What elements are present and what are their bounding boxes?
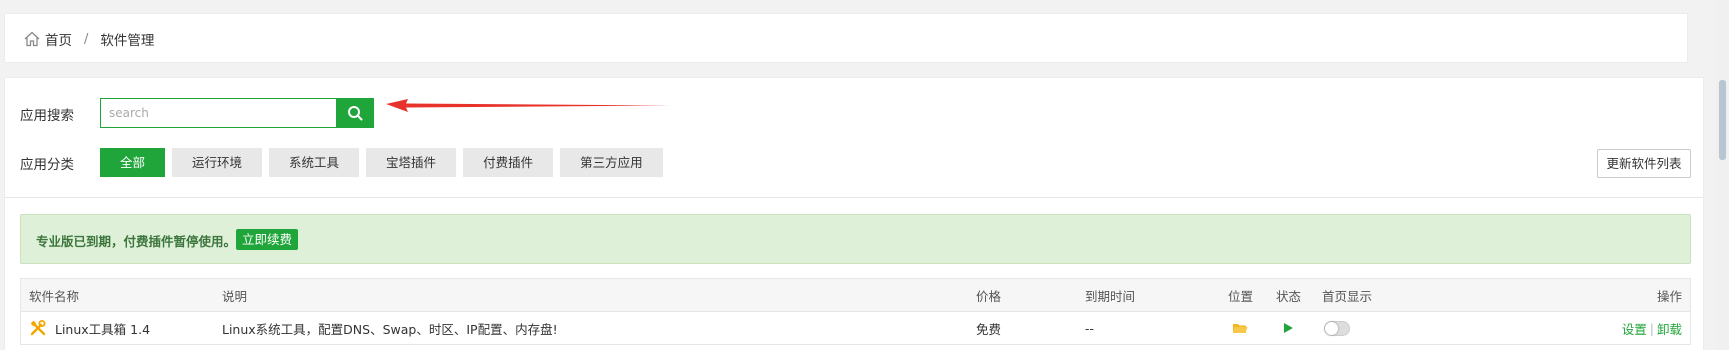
header-status: 状态 xyxy=(1276,288,1302,304)
category-system-tools[interactable]: 系统工具 xyxy=(269,148,360,177)
category-label: 应用分类 xyxy=(20,157,74,173)
divider xyxy=(5,197,1703,198)
software-table: 软件名称 说明 价格 到期时间 位置 状态 首页显示 操作 Linux工具箱 1… xyxy=(20,278,1691,345)
header-position: 位置 xyxy=(1228,288,1254,304)
main-panel: 应用搜索 应用分类 全部 运行环境 系统工具 宝塔插件 付费插件 第三方应用 更… xyxy=(4,77,1704,350)
software-name-cell: Linux工具箱 1.4 xyxy=(29,312,150,344)
alert-text: 专业版已到期，付费插件暂停使用。 xyxy=(36,234,237,249)
header-desc: 说明 xyxy=(222,288,248,304)
software-expire: -- xyxy=(1085,320,1095,336)
tools-icon xyxy=(30,320,46,336)
red-arrow-annotation xyxy=(386,99,671,112)
renew-button[interactable]: 立即续费 xyxy=(236,229,299,250)
software-desc: Linux系统工具，配置DNS、Swap、时区、IP配置、内存盘! xyxy=(222,321,558,337)
category-paid-plugins[interactable]: 付费插件 xyxy=(463,148,554,177)
expired-alert: 专业版已到期，付费插件暂停使用。 立即续费 xyxy=(20,214,1691,264)
settings-link[interactable]: 设置 xyxy=(1622,319,1647,338)
ops-cell: 设置 | 卸载 xyxy=(1622,312,1682,344)
breadcrumb-current: 软件管理 xyxy=(100,33,155,49)
position-cell xyxy=(1228,312,1248,344)
category-all[interactable]: 全部 xyxy=(100,148,166,177)
search-button[interactable] xyxy=(336,98,374,128)
header-ops: 操作 xyxy=(1656,288,1682,304)
status-cell xyxy=(1276,312,1294,344)
category-runtime[interactable]: 运行环境 xyxy=(172,148,263,177)
home-icon[interactable] xyxy=(23,30,41,48)
search-box xyxy=(100,98,374,128)
search-icon xyxy=(348,106,363,121)
play-icon[interactable] xyxy=(1282,322,1294,334)
uninstall-link[interactable]: 卸载 xyxy=(1657,319,1682,338)
breadcrumb: 首页 / 软件管理 xyxy=(23,29,154,49)
ops-separator: | xyxy=(1649,320,1654,336)
header-price: 价格 xyxy=(976,288,1002,304)
folder-icon[interactable] xyxy=(1232,321,1248,335)
category-bt-plugins[interactable]: 宝塔插件 xyxy=(366,148,457,177)
scrollbar[interactable] xyxy=(1716,0,1729,350)
header-home-display: 首页显示 xyxy=(1322,288,1373,304)
search-label: 应用搜索 xyxy=(20,108,74,124)
refresh-software-list-button[interactable]: 更新软件列表 xyxy=(1597,149,1691,178)
breadcrumb-home-link[interactable]: 首页 xyxy=(45,29,72,49)
header-expire: 到期时间 xyxy=(1085,288,1136,304)
header-name: 软件名称 xyxy=(29,288,80,304)
home-display-cell xyxy=(1322,312,1350,344)
search-input[interactable] xyxy=(100,98,336,128)
category-tabs: 全部 运行环境 系统工具 宝塔插件 付费插件 第三方应用 xyxy=(100,148,670,177)
home-display-toggle[interactable] xyxy=(1324,320,1350,336)
toggle-knob xyxy=(1325,321,1338,335)
table-row: Linux工具箱 1.4 Linux系统工具，配置DNS、Swap、时区、IP配… xyxy=(21,312,1690,344)
software-name: Linux工具箱 1.4 xyxy=(55,321,151,337)
table-header: 软件名称 说明 价格 到期时间 位置 状态 首页显示 操作 xyxy=(21,279,1690,312)
breadcrumb-separator: / xyxy=(84,31,89,47)
category-third-party[interactable]: 第三方应用 xyxy=(560,148,663,177)
software-price: 免费 xyxy=(976,321,1002,337)
scrollbar-thumb[interactable] xyxy=(1719,80,1726,160)
breadcrumb-bar: 首页 / 软件管理 xyxy=(4,13,1688,63)
